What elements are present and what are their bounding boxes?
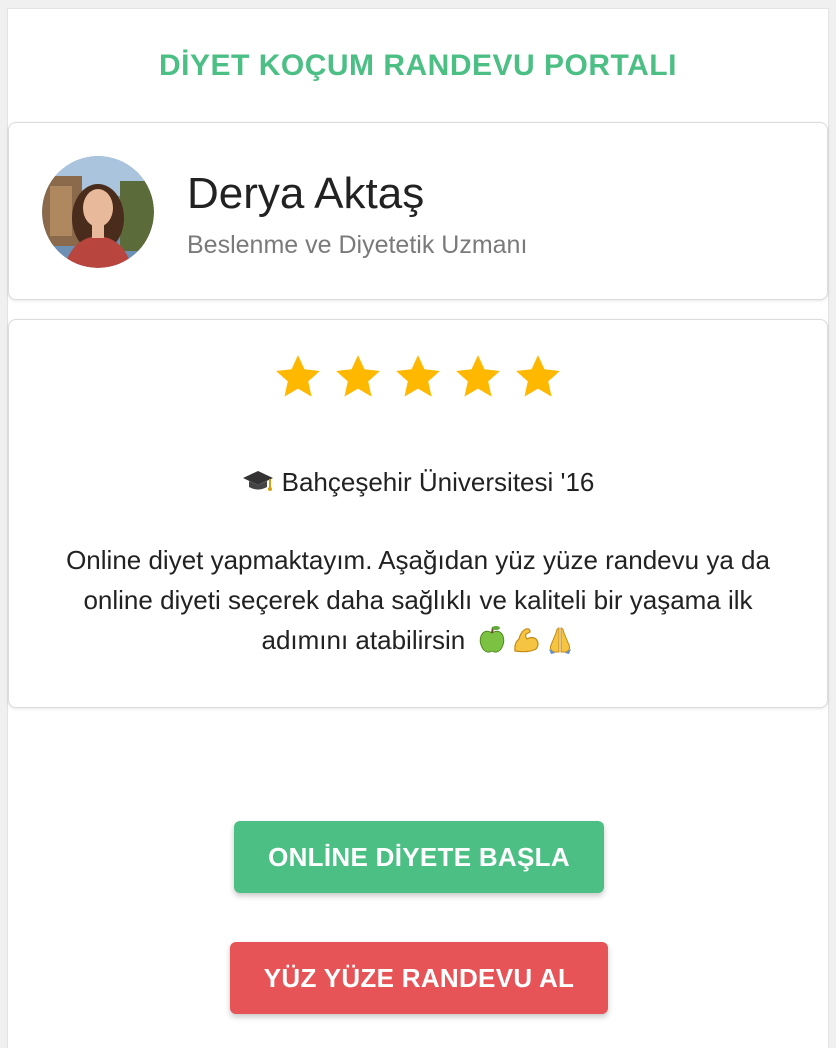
education-text: Bahçeşehir Üniversitesi '16 [281,467,595,497]
profile-title: Beslenme ve Diyetetik Uzmanı [187,231,528,259]
info-card: Bahçeşehir Üniversitesi '16 Online diyet… [8,319,828,708]
graduation-cap-icon [242,468,274,501]
online-diet-button[interactable]: ONLİNE DİYETE BAŞLA [234,821,604,893]
star-icon [336,355,380,397]
face-to-face-appointment-button[interactable]: YÜZ YÜZE RANDEVU AL [230,942,608,1014]
page-container: DİYET KOÇUM RANDEVU PORTALI Derya Aktaş [7,8,829,1048]
folded-hands-icon [545,625,575,666]
flexed-biceps-icon [511,625,541,666]
bio-text: Online diyet yapmaktayım. Aşağıdan yüz y… [39,540,797,666]
portal-title: DİYET KOÇUM RANDEVU PORTALI [159,49,677,82]
avatar-photo [42,156,154,268]
bio-body: Online diyet yapmaktayım. Aşağıdan yüz y… [66,545,770,655]
education-line: Bahçeşehir Üniversitesi '16 [9,467,827,501]
star-icon [396,355,440,397]
avatar [42,156,154,268]
green-apple-icon [477,625,507,666]
star-icon [276,355,320,397]
profile-name: Derya Aktaş [187,169,425,218]
rating-stars [9,352,827,402]
profile-card: Derya Aktaş Beslenme ve Diyetetik Uzmanı [8,122,828,300]
star-icon [456,355,500,397]
star-icon [516,355,560,397]
